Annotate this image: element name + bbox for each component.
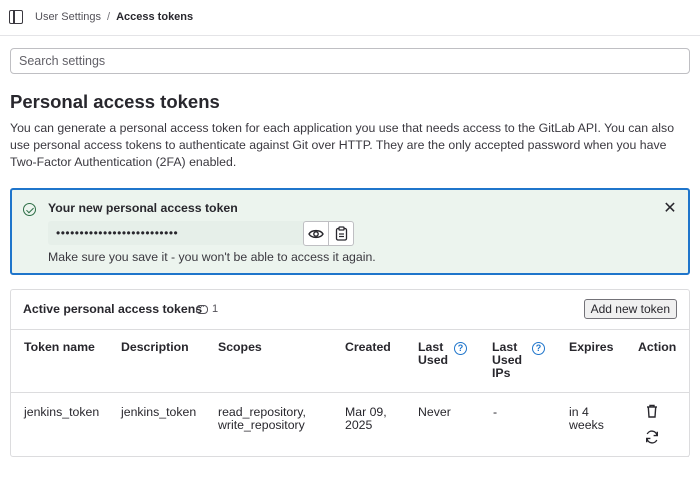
- token-expires-cell: in 4 weeks: [569, 405, 604, 432]
- column-header-created[interactable]: Created: [345, 341, 391, 354]
- column-header-scopes[interactable]: Scopes: [218, 341, 262, 354]
- page-description: You can generate a personal access token…: [10, 121, 675, 169]
- comment-dots-icon: [196, 299, 208, 314]
- token-count-badge: 1: [196, 299, 219, 315]
- column-header-last-used-ips[interactable]: Last Used IPs: [492, 341, 528, 380]
- table-header-divider: [11, 392, 689, 393]
- token-scopes-cell: read_repository, write_repository: [218, 405, 306, 432]
- card-title: Active personal access tokens: [23, 302, 203, 316]
- token-value-field[interactable]: ••••••••••••••••••••••••••: [48, 221, 304, 245]
- reveal-token-button[interactable]: [303, 221, 329, 246]
- active-tokens-card: Active personal access tokens 1 Add new …: [10, 289, 690, 457]
- breadcrumb-separator: /: [107, 11, 111, 23]
- column-header-last-used[interactable]: Last Used: [418, 341, 454, 367]
- check-circle-icon: [23, 203, 36, 216]
- add-new-token-button[interactable]: Add new token: [583, 299, 677, 319]
- last-used-ips-help-icon[interactable]: ?: [532, 342, 545, 355]
- search-settings-input[interactable]: [10, 48, 690, 74]
- token-description-cell: jenkins_token: [121, 405, 197, 419]
- sidebar-toggle-icon[interactable]: [9, 10, 23, 24]
- breadcrumb: User Settings / Access tokens: [35, 11, 193, 23]
- token-created-cell: Mar 09, 2025: [345, 405, 387, 432]
- new-token-alert: Your new personal access token ✕ •••••••…: [10, 188, 690, 275]
- token-count: 1: [212, 303, 219, 315]
- top-bar: User Settings / Access tokens: [0, 0, 700, 36]
- last-used-help-icon[interactable]: ?: [454, 342, 467, 355]
- column-header-expires[interactable]: Expires: [569, 341, 613, 354]
- copy-token-button[interactable]: [328, 221, 354, 246]
- page-title: Personal access tokens: [10, 91, 220, 112]
- eye-icon: [308, 229, 324, 238]
- close-icon[interactable]: ✕: [662, 201, 678, 217]
- trash-icon[interactable]: [644, 403, 660, 419]
- token-last-used-ips-cell: -: [493, 405, 498, 419]
- column-header-token-name[interactable]: Token name: [24, 341, 95, 354]
- breadcrumb-user-settings[interactable]: User Settings: [35, 11, 101, 23]
- clipboard-icon: [335, 226, 347, 241]
- rotate-icon[interactable]: [644, 429, 660, 445]
- alert-save-note: Make sure you save it - you won't be abl…: [48, 250, 376, 264]
- column-header-action: Action: [638, 340, 677, 354]
- token-last-used-cell: Never: [418, 405, 451, 419]
- card-header: Active personal access tokens 1 Add new …: [11, 290, 689, 330]
- token-name-cell: jenkins_token: [24, 405, 100, 419]
- row-divider: [107, 456, 689, 457]
- column-header-description[interactable]: Description: [121, 341, 189, 354]
- breadcrumb-access-tokens[interactable]: Access tokens: [116, 11, 193, 23]
- alert-title: Your new personal access token: [48, 201, 238, 215]
